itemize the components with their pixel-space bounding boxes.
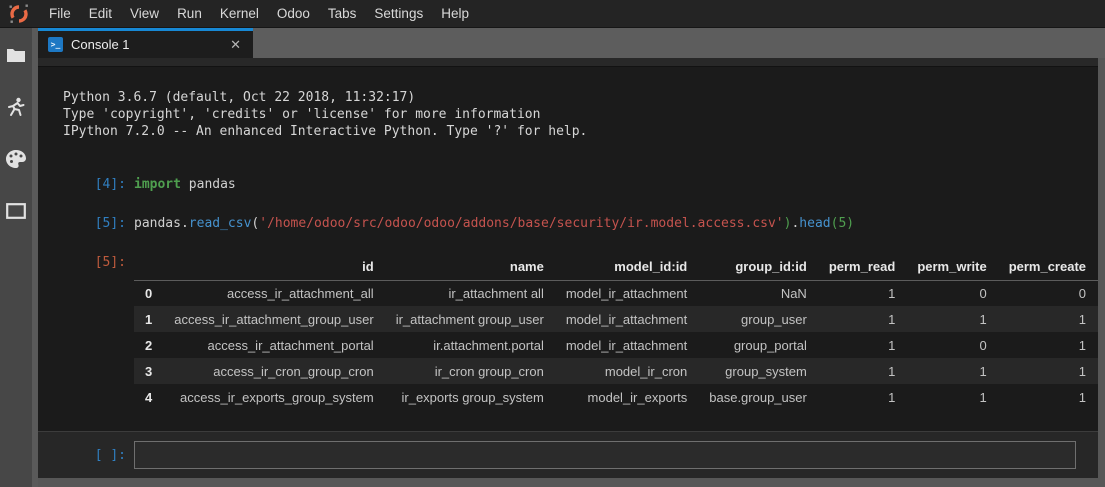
cell: model_ir_attachment <box>555 280 698 306</box>
code-cell-4: [4]: import pandas <box>38 176 1098 193</box>
jupyter-spinner-logo-icon <box>8 3 30 25</box>
cell: 1 <box>818 358 906 384</box>
out-prompt-5: [5]: <box>38 254 126 410</box>
cell: 1 <box>998 384 1097 410</box>
cell: model_ir_attachment <box>555 306 698 332</box>
row-index: 2 <box>134 332 163 358</box>
left-sidebar <box>0 28 32 487</box>
col-header: group_id:id <box>698 254 818 280</box>
command-palette-icon[interactable] <box>5 148 27 170</box>
cell: model_ir_cron <box>555 358 698 384</box>
cell: access_ir_exports_group_system <box>163 384 384 410</box>
cell: ir_attachment all <box>385 280 555 306</box>
running-sessions-icon[interactable] <box>5 96 27 118</box>
cell: access_ir_cron_group_cron <box>163 358 384 384</box>
cell: base.group_user <box>698 384 818 410</box>
cell: group_user <box>698 306 818 332</box>
table-row: 2 access_ir_attachment_portal ir.attachm… <box>134 332 1098 358</box>
console-input-area: [ ]: <box>38 431 1098 478</box>
col-header: name <box>385 254 555 280</box>
panel-body: Python 3.6.7 (default, Oct 22 2018, 11:3… <box>38 58 1105 487</box>
cell: 1 <box>998 358 1097 384</box>
code-line: pandas.read_csv('/home/odoo/src/odoo/odo… <box>134 215 854 232</box>
bottom-scrollbar-track <box>38 478 1098 487</box>
file-browser-icon[interactable] <box>5 44 27 66</box>
cell: 1 <box>818 332 906 358</box>
right-scrollbar-track <box>1098 58 1105 487</box>
cell: ir_attachment group_user <box>385 306 555 332</box>
menu-help[interactable]: Help <box>432 0 478 27</box>
code-cell-5: [5]: pandas.read_csv('/home/odoo/src/odo… <box>38 215 1098 232</box>
col-header: perm_create <box>998 254 1097 280</box>
index-header <box>134 254 163 280</box>
cell: ir_cron group_cron <box>385 358 555 384</box>
table-header-row: id name model_id:id group_id:id perm_rea… <box>134 254 1098 280</box>
cell: group_portal <box>698 332 818 358</box>
row-index: 0 <box>134 280 163 306</box>
tab-bar: >_ Console 1 ✕ <box>38 28 1105 58</box>
tab-console-1[interactable]: >_ Console 1 ✕ <box>38 28 253 58</box>
cell: model_ir_attachment <box>555 332 698 358</box>
cell: 0 <box>998 280 1097 306</box>
console-panel: Python 3.6.7 (default, Oct 22 2018, 11:3… <box>38 58 1098 487</box>
console-terminal-icon: >_ <box>48 37 63 52</box>
in-prompt-5: [5]: <box>38 215 126 232</box>
output-cell-5: [5]: id name model_id:id group_id:id per… <box>38 254 1098 410</box>
console-toolbar <box>38 58 1098 67</box>
table-row: 3 access_ir_cron_group_cron ir_cron grou… <box>134 358 1098 384</box>
app-frame: >_ Console 1 ✕ Python 3.6.7 (default, Oc… <box>0 28 1105 487</box>
row-index: 3 <box>134 358 163 384</box>
table-row: 1 access_ir_attachment_group_user ir_att… <box>134 306 1098 332</box>
menu-run[interactable]: Run <box>168 0 211 27</box>
menu-settings[interactable]: Settings <box>365 0 432 27</box>
row-index: 1 <box>134 306 163 332</box>
in-prompt-4: [4]: <box>38 176 126 193</box>
col-header: perm_write <box>906 254 997 280</box>
cell: 1 <box>998 306 1097 332</box>
cell: 1 <box>818 280 906 306</box>
kernel-banner: Python 3.6.7 (default, Oct 22 2018, 11:3… <box>63 89 1098 140</box>
cell: NaN <box>698 280 818 306</box>
menu-tabs[interactable]: Tabs <box>319 0 366 27</box>
cell: 1 <box>906 384 997 410</box>
empty-in-prompt: [ ]: <box>38 448 126 463</box>
col-header: model_id:id <box>555 254 698 280</box>
tab-label: Console 1 <box>71 37 228 52</box>
menu-view[interactable]: View <box>121 0 168 27</box>
cell: 1 <box>818 306 906 332</box>
col-header: perm_read <box>818 254 906 280</box>
open-tabs-icon[interactable] <box>5 200 27 222</box>
menu-kernel[interactable]: Kernel <box>211 0 268 27</box>
cell: ir.attachment.portal <box>385 332 555 358</box>
cell: ir_exports group_system <box>385 384 555 410</box>
cell: access_ir_attachment_portal <box>163 332 384 358</box>
cell: 1 <box>906 358 997 384</box>
menu-bar: File Edit View Run Kernel Odoo Tabs Sett… <box>0 0 1105 28</box>
console-history: Python 3.6.7 (default, Oct 22 2018, 11:3… <box>38 67 1098 431</box>
table-row: 0 access_ir_attachment_all ir_attachment… <box>134 280 1098 306</box>
table-row: 4 access_ir_exports_group_system ir_expo… <box>134 384 1098 410</box>
dataframe-table: id name model_id:id group_id:id perm_rea… <box>134 254 1098 410</box>
main-area: >_ Console 1 ✕ Python 3.6.7 (default, Oc… <box>38 28 1105 487</box>
row-index: 4 <box>134 384 163 410</box>
cell: 0 <box>906 280 997 306</box>
console-code-input[interactable] <box>134 441 1076 469</box>
cell: model_ir_exports <box>555 384 698 410</box>
cell: group_system <box>698 358 818 384</box>
cell: access_ir_attachment_group_user <box>163 306 384 332</box>
menu-odoo[interactable]: Odoo <box>268 0 319 27</box>
cell: 1 <box>906 306 997 332</box>
cell: access_ir_attachment_all <box>163 280 384 306</box>
code-line: import pandas <box>134 176 236 193</box>
cell: 1 <box>818 384 906 410</box>
cell: 1 <box>998 332 1097 358</box>
tab-close-icon[interactable]: ✕ <box>228 37 243 53</box>
col-header: id <box>163 254 384 280</box>
cell: 0 <box>906 332 997 358</box>
menu-file[interactable]: File <box>40 0 80 27</box>
menu-edit[interactable]: Edit <box>80 0 121 27</box>
